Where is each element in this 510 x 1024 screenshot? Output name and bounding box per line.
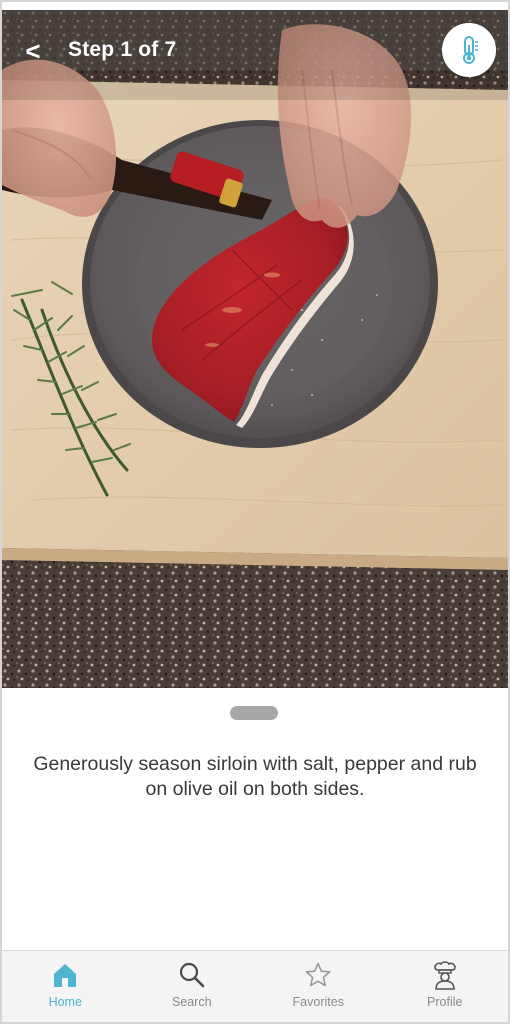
tab-home[interactable]: Home — [2, 951, 129, 1022]
tab-bar: Home Search Favorites Profile — [2, 950, 508, 1022]
chef-icon — [430, 960, 460, 990]
tab-search[interactable]: Search — [129, 951, 256, 1022]
thermometer-icon — [463, 36, 478, 64]
back-button[interactable]: < — [16, 34, 50, 68]
search-icon — [177, 960, 207, 990]
app-screen: < Step 1 of 7 Generously season sirloin … — [2, 2, 508, 1022]
sheet-drag-handle[interactable] — [230, 706, 278, 720]
step-title: Step 1 of 7 — [68, 38, 177, 61]
thermometer-button[interactable] — [442, 23, 496, 77]
step-instruction: Generously season sirloin with salt, pep… — [33, 753, 477, 800]
tab-favorites[interactable]: Favorites — [255, 951, 382, 1022]
top-bar: < Step 1 of 7 — [2, 10, 508, 90]
tab-profile[interactable]: Profile — [382, 951, 509, 1022]
tab-profile-label: Profile — [427, 995, 463, 1009]
home-icon — [50, 960, 80, 990]
step-photo — [2, 10, 508, 688]
tab-search-label: Search — [171, 995, 212, 1009]
star-icon — [303, 960, 333, 990]
back-chevron-icon: < — [25, 35, 41, 66]
tab-home-label: Home — [48, 995, 82, 1009]
tab-favorites-label: Favorites — [292, 995, 344, 1009]
